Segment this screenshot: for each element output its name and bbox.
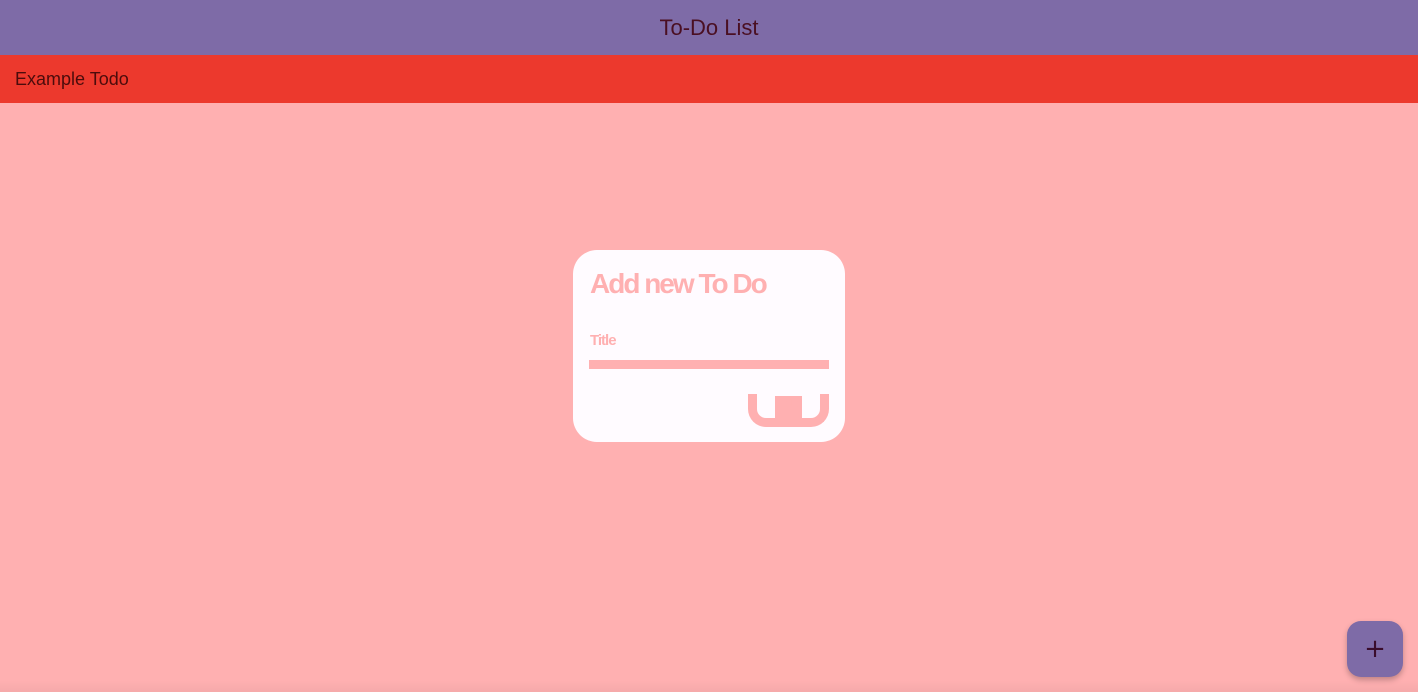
app-bar: To-Do List xyxy=(0,0,1418,55)
add-todo-dialog: Add new To Do Title Add xyxy=(573,250,845,442)
add-todo-fab[interactable]: + xyxy=(1347,621,1403,677)
app-title: To-Do List xyxy=(659,14,759,40)
todo-item-label: Example Todo xyxy=(15,68,129,89)
bottom-shadow xyxy=(0,680,1418,692)
plus-icon: + xyxy=(1364,634,1386,664)
add-button-label: Add xyxy=(774,396,803,418)
todo-item[interactable]: Example Todo xyxy=(0,55,1418,103)
title-input[interactable] xyxy=(589,346,829,369)
add-button[interactable]: Add xyxy=(748,394,829,427)
dialog-title: Add new To Do xyxy=(590,268,768,299)
